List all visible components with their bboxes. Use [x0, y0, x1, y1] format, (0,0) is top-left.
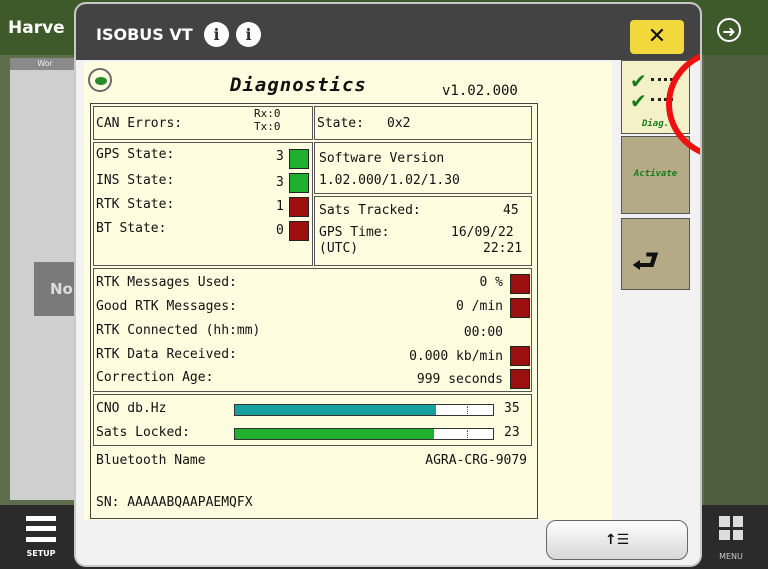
can-errors-box: CAN Errors: Rx:0 Tx:0: [93, 106, 313, 140]
setup-list-icon: [26, 513, 56, 545]
software-version-value: 1.02.000/1.02/1.30: [319, 173, 460, 188]
good-rtk-messages-label: Good RTK Messages:: [96, 299, 237, 314]
back-arrow-icon: ⮐: [632, 244, 659, 279]
bluetooth-box: Bluetooth Name AGRA-CRG-9079 SN: AAAAABQ…: [93, 448, 532, 516]
gps-state-indicator: [289, 149, 309, 169]
can-rx-value: Rx:0: [254, 107, 281, 120]
info-up-icon[interactable]: i: [236, 22, 261, 47]
gps-time-utc: (UTC): [319, 241, 359, 256]
dialog-title: ISOBUS VT: [96, 25, 193, 44]
sats-gps-time-box: Sats Tracked: 45 GPS Time: 16/09/22 (UTC…: [314, 196, 532, 266]
sats-locked-bar-tick: [467, 430, 469, 438]
serial-number: SN: AAAAABQAAPAEMQFX: [96, 495, 253, 510]
state-label: State:: [317, 116, 364, 131]
rtk-data-received-label: RTK Data Received:: [96, 347, 237, 362]
signal-bars-box: CNO db.Hz 35 Sats Locked: 23: [93, 394, 532, 446]
sats-locked-bar-fill: [235, 429, 434, 439]
rtk-state-label: RTK State:: [96, 197, 175, 212]
rtk-messages-used-label: RTK Messages Used:: [96, 275, 237, 290]
background-right-rail: [704, 55, 768, 505]
menu-button[interactable]: MENU: [708, 512, 754, 561]
forward-arrow-icon[interactable]: ➜: [717, 18, 741, 42]
state-box: State: 0x2: [314, 106, 532, 140]
gps-state-label: GPS State:: [96, 147, 175, 162]
rtk-data-received-value: 0.000 kb/min: [409, 349, 503, 364]
rtk-data-received-indicator: [510, 346, 530, 366]
sort-list-button[interactable]: ↑☰: [546, 520, 688, 560]
setup-button[interactable]: SETUP: [18, 513, 64, 569]
bt-state-label: BT State:: [96, 221, 167, 236]
activate-button-label: Activate: [633, 169, 678, 179]
sats-locked-value: 23: [504, 425, 520, 440]
state-value: 0x2: [387, 116, 411, 131]
bt-state-indicator: [289, 221, 309, 241]
close-button[interactable]: ✕: [628, 18, 686, 56]
sats-locked-bar: [234, 428, 494, 440]
bluetooth-name-value: AGRA-CRG-9079: [425, 453, 527, 468]
sats-tracked-label: Sats Tracked:: [319, 203, 421, 218]
rtk-box: RTK Messages Used: 0 % Good RTK Messages…: [93, 268, 532, 392]
rtk-state-value: 1: [276, 199, 284, 214]
menu-label: MENU: [719, 552, 743, 561]
cno-bar-fill: [235, 405, 437, 415]
rtk-connected-value: 00:00: [463, 325, 503, 340]
gps-states-box: GPS State: 3 INS State: 3 RTK State: 1 B…: [93, 142, 313, 266]
back-button[interactable]: ⮐: [621, 218, 690, 290]
gps-time-value: 22:21: [483, 241, 523, 256]
can-errors-label: CAN Errors:: [96, 116, 183, 131]
rtk-connected-label: RTK Connected (hh:mm): [96, 323, 261, 338]
gps-date-value: 16/09/22: [451, 225, 514, 240]
can-tx-value: Tx:0: [254, 120, 281, 133]
globe-logo-icon: [88, 68, 112, 92]
sats-tracked-value: 45: [503, 203, 519, 218]
background-app-title: Harve: [8, 18, 65, 38]
setup-label: SETUP: [26, 549, 56, 558]
ins-state-value: 3: [276, 175, 284, 190]
rtk-state-indicator: [289, 197, 309, 217]
activate-button[interactable]: Activate: [621, 136, 690, 214]
ins-state-label: INS State:: [96, 173, 175, 188]
good-rtk-messages-value: 0 /min: [456, 299, 503, 314]
software-version-box: Software Version 1.02.000/1.02/1.30: [314, 142, 532, 194]
gps-state-value: 3: [276, 149, 284, 164]
rtk-messages-used-value: 0 %: [479, 275, 503, 290]
sats-locked-label: Sats Locked:: [96, 425, 190, 440]
info-icon[interactable]: i: [204, 22, 229, 47]
software-version-label: Software Version: [319, 151, 445, 166]
cno-bar-tick: [467, 406, 469, 414]
cno-bar: [234, 404, 494, 416]
gps-time-label: GPS Time:: [319, 225, 390, 240]
bluetooth-name-label: Bluetooth Name: [96, 453, 206, 468]
bt-state-value: 0: [276, 223, 284, 238]
background-tab: Wor: [10, 58, 80, 70]
ins-state-indicator: [289, 173, 309, 193]
correction-age-value: 999 seconds: [416, 372, 503, 387]
checklist-icon: ✔: [630, 71, 673, 91]
cno-value: 35: [504, 401, 520, 416]
cno-label: CNO db.Hz: [96, 401, 167, 416]
sort-list-icon: ↑☰: [604, 532, 630, 548]
correction-age-indicator: [510, 369, 530, 389]
rtk-messages-used-indicator: [510, 274, 530, 294]
version-label: v1.02.000: [442, 83, 518, 99]
diagnostics-title: Diagnostics: [230, 74, 367, 96]
correction-age-label: Correction Age:: [96, 370, 214, 385]
isobus-vt-dialog: ISOBUS VT i i ✕ Diagnostics v1.02.000 CA…: [74, 2, 702, 567]
grid-menu-icon: [719, 516, 743, 540]
good-rtk-messages-indicator: [510, 298, 530, 318]
